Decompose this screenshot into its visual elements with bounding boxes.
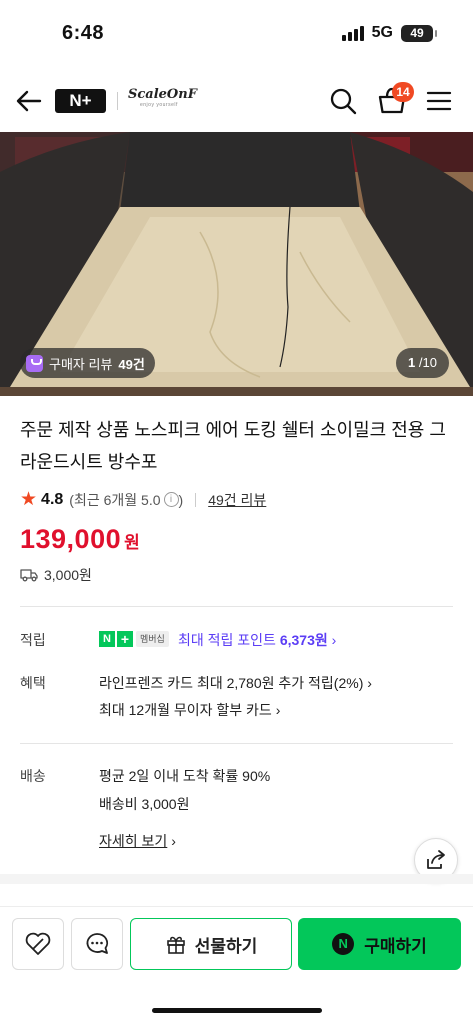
menu-button[interactable] xyxy=(426,89,452,113)
brand-logo[interactable]: ScaleOnF enjoy yourself xyxy=(128,87,197,108)
rating-recent: (최근 6개월 5.0 xyxy=(69,491,161,508)
review-link[interactable]: 49건 리뷰 xyxy=(208,490,266,510)
shopping-bag-icon xyxy=(26,354,43,372)
shipping-row: 3,000원 xyxy=(20,565,92,585)
naver-pay-icon: N xyxy=(332,933,355,955)
perk-installment-text: 최대 12개월 무이자 할부 카드 xyxy=(99,702,272,718)
perk-card-link[interactable]: 라인프렌즈 카드 최대 2,780원 추가 적립(2%) › xyxy=(99,673,372,693)
status-indicators: 5G 49 xyxy=(341,24,437,42)
review-pill-label: 구매자 리뷰 xyxy=(49,356,113,372)
rating-row: ★ 4.8 (최근 6개월 5.0 i ) 49건 리뷰 xyxy=(20,488,266,511)
star-icon: ★ xyxy=(20,489,38,510)
gift-button[interactable]: 선물하기 xyxy=(130,918,292,970)
points-prefix: 최대 적립 포인트 xyxy=(178,632,276,648)
rating-close: ) xyxy=(178,491,184,508)
membership-label: 멤버십 xyxy=(136,631,169,647)
price-row: 139,000 원 xyxy=(20,524,140,555)
back-arrow-icon xyxy=(16,90,42,112)
buy-button[interactable]: N 구매하기 xyxy=(298,918,461,970)
naver-n-icon: N xyxy=(99,631,115,647)
signal-icon xyxy=(341,25,364,41)
price-unit: 원 xyxy=(124,533,140,552)
brand-tagline: enjoy yourself xyxy=(140,102,178,108)
truck-icon xyxy=(20,569,38,582)
naver-membership-badge: N + 멤버십 xyxy=(99,630,169,648)
chat-icon xyxy=(86,933,109,954)
like-icon xyxy=(25,932,51,955)
info-icon[interactable]: i xyxy=(163,492,179,507)
back-button[interactable] xyxy=(14,86,44,116)
gift-icon xyxy=(166,936,185,954)
logo-divider xyxy=(117,92,118,110)
delivery-label: 배송 xyxy=(20,768,46,784)
divider xyxy=(20,606,453,607)
detail-link-text: 자세히 보기 xyxy=(99,833,168,849)
status-time: 6:48 xyxy=(62,22,105,44)
status-bar: 6:48 5G 49 xyxy=(0,0,473,70)
points-value: 6,373원 xyxy=(279,632,328,648)
perk-installment-link[interactable]: 최대 12개월 무이자 할부 카드 › xyxy=(99,700,280,720)
top-nav: N+ ScaleOnF enjoy yourself 14 xyxy=(0,70,473,132)
share-icon xyxy=(427,850,445,869)
plus-icon: + xyxy=(117,631,133,647)
battery-icon: 49 xyxy=(401,24,437,42)
chevron-right-icon: › xyxy=(331,632,337,648)
cart-count-badge: 14 xyxy=(392,82,414,102)
max-points-link[interactable]: 최대 적립 포인트 6,373원 › xyxy=(178,630,336,650)
shipping-fee: 3,000원 xyxy=(44,567,92,583)
buy-label: 구매하기 xyxy=(364,936,427,956)
brand-name: ScaleOnF xyxy=(128,87,197,102)
price-value: 139,000 xyxy=(20,524,122,554)
review-pill-count: 49건 xyxy=(118,356,145,372)
delivery-detail-link[interactable]: 자세히 보기 › xyxy=(99,831,176,851)
delivery-fee: 배송비 3,000원 xyxy=(99,796,190,812)
chevron-right-icon: › xyxy=(171,833,176,849)
rating-separator xyxy=(195,492,197,507)
perks-label: 혜택 xyxy=(20,675,46,691)
section-separator xyxy=(0,874,473,884)
search-button[interactable] xyxy=(328,86,358,116)
current-page: 1 xyxy=(408,355,416,370)
menu-icon xyxy=(426,91,452,111)
rating-value: 4.8 xyxy=(41,490,64,508)
delivery-arrival: 평균 2일 이내 도착 확률 90% xyxy=(99,768,271,784)
total-pages: 10 xyxy=(422,355,437,370)
chevron-right-icon: › xyxy=(275,702,281,718)
nplus-logo[interactable]: N+ xyxy=(55,89,106,113)
image-page-indicator: 1 /10 xyxy=(396,348,449,378)
chat-button[interactable] xyxy=(71,918,123,970)
divider xyxy=(20,743,453,744)
chevron-right-icon: › xyxy=(367,675,372,691)
points-label: 적립 xyxy=(20,632,46,648)
product-title: 주문 제작 상품 노스피크 에어 도킹 쉘터 소이밀크 전용 그라운드시트 방수… xyxy=(20,420,446,472)
home-indicator xyxy=(152,1008,322,1013)
perk-card-text: 라인프렌즈 카드 최대 2,780원 추가 적립(2%) xyxy=(99,675,364,691)
gift-label: 선물하기 xyxy=(194,936,258,956)
buyer-review-pill[interactable]: 구매자 리뷰 49건 xyxy=(20,348,155,378)
network-label: 5G xyxy=(371,24,393,41)
search-icon xyxy=(330,88,357,115)
like-button[interactable] xyxy=(12,918,64,970)
